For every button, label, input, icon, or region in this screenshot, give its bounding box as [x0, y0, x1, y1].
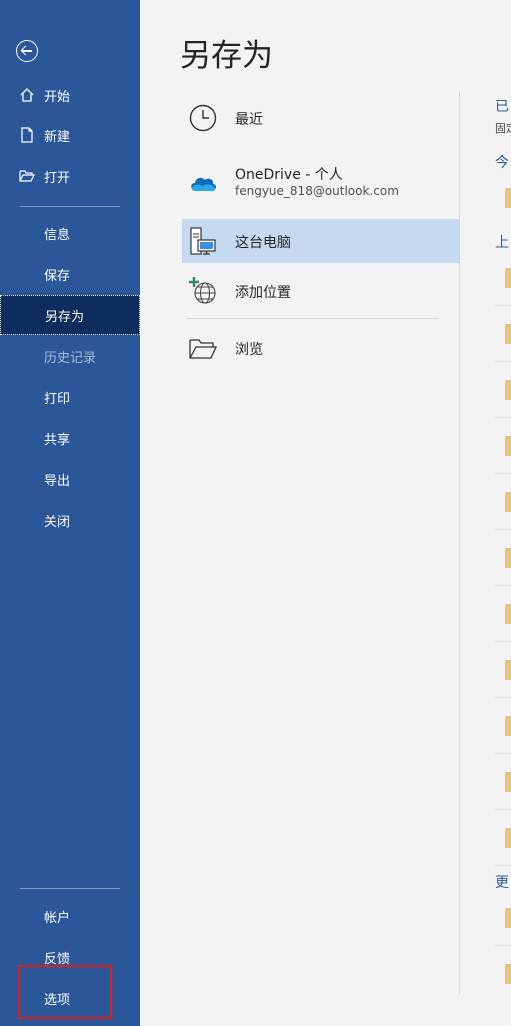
options-highlight-box — [18, 965, 112, 1019]
onedrive-cloud-icon — [191, 177, 216, 191]
row-divider — [495, 865, 511, 866]
location-browse[interactable]: 浏览 — [182, 326, 459, 370]
nav-share[interactable]: 共享 — [0, 418, 140, 458]
row-divider — [495, 753, 511, 754]
group-last-week: 上 — [495, 235, 509, 251]
add-location-globe-icon — [189, 277, 216, 304]
nav-separator-bottom — [20, 888, 120, 889]
row-divider — [495, 945, 511, 946]
nav-export[interactable]: 导出 — [0, 459, 140, 499]
row-divider — [495, 529, 511, 530]
page-title: 另存为 — [180, 38, 273, 74]
backstage-nav: 开始 新建 打开 信息 保存 另存为 历史记录 打印 共享 导出 关闭 帐户 反… — [0, 0, 140, 1026]
location-recent[interactable]: 最近 — [182, 96, 459, 140]
location-onedrive[interactable]: OneDrive - 个人 fengyue_818@outlook.com — [182, 160, 459, 204]
nav-history-label: 历史记录 — [44, 350, 97, 366]
location-add-place-label: 添加位置 — [235, 285, 291, 301]
location-onedrive-label: OneDrive - 个人 — [235, 167, 343, 183]
pinned-subheading: 固定 — [495, 122, 511, 135]
nav-close[interactable]: 关闭 — [0, 500, 140, 540]
nav-account[interactable]: 帐户 — [0, 896, 140, 936]
nav-info[interactable]: 信息 — [0, 213, 140, 253]
open-folder-icon — [19, 170, 35, 182]
nav-open[interactable]: 打开 — [0, 156, 140, 196]
row-divider — [495, 585, 511, 586]
folder-item[interactable] — [505, 964, 511, 984]
nav-separator — [20, 206, 120, 207]
folder-item[interactable] — [505, 772, 511, 792]
locations-divider — [186, 318, 439, 319]
folder-item[interactable] — [505, 828, 511, 848]
folder-item[interactable] — [505, 268, 511, 288]
column-divider — [459, 92, 460, 994]
folder-item[interactable] — [505, 660, 511, 680]
row-divider — [495, 417, 511, 418]
home-icon — [20, 88, 34, 102]
folder-item[interactable] — [505, 604, 511, 624]
location-browse-label: 浏览 — [235, 342, 263, 358]
new-document-icon — [21, 127, 33, 143]
folder-item[interactable] — [505, 548, 511, 568]
pinned-heading: 已 — [495, 99, 509, 115]
folder-item[interactable] — [505, 908, 511, 928]
nav-home[interactable]: 开始 — [0, 75, 140, 115]
group-today: 今 — [495, 155, 509, 171]
nav-save-as[interactable]: 另存为 — [0, 295, 140, 335]
nav-save-label: 保存 — [44, 268, 71, 284]
nav-close-label: 关闭 — [44, 514, 71, 530]
back-arrow-icon[interactable] — [16, 40, 38, 62]
nav-print-label: 打印 — [44, 391, 71, 407]
nav-feedback-label: 反馈 — [44, 951, 71, 967]
browse-folder-icon — [189, 339, 218, 359]
row-divider — [495, 697, 511, 698]
folder-item[interactable] — [505, 380, 511, 400]
nav-history: 历史记录 — [0, 336, 140, 376]
nav-export-label: 导出 — [44, 473, 71, 489]
nav-print[interactable]: 打印 — [0, 377, 140, 417]
folder-item[interactable] — [505, 188, 511, 208]
location-onedrive-account: fengyue_818@outlook.com — [235, 184, 399, 198]
row-divider — [495, 305, 511, 306]
this-pc-icon — [190, 227, 216, 255]
nav-save-as-label: 另存为 — [45, 309, 85, 325]
location-this-pc[interactable]: 这台电脑 — [182, 219, 459, 263]
nav-save[interactable]: 保存 — [0, 254, 140, 294]
nav-open-label: 打开 — [44, 170, 71, 186]
nav-share-label: 共享 — [44, 432, 71, 448]
folder-item[interactable] — [505, 716, 511, 736]
location-add-place[interactable]: 添加位置 — [182, 269, 459, 313]
row-divider — [495, 641, 511, 642]
folder-item[interactable] — [505, 436, 511, 456]
group-older: 更 — [495, 875, 509, 891]
nav-new-label: 新建 — [44, 129, 71, 145]
nav-home-label: 开始 — [44, 89, 71, 105]
nav-account-label: 帐户 — [44, 910, 71, 926]
folder-item[interactable] — [505, 492, 511, 512]
folder-item[interactable] — [505, 324, 511, 344]
nav-info-label: 信息 — [44, 227, 71, 243]
row-divider — [495, 809, 511, 810]
clock-icon — [189, 104, 217, 132]
location-recent-label: 最近 — [235, 112, 263, 128]
row-divider — [495, 361, 511, 362]
location-this-pc-label: 这台电脑 — [235, 235, 291, 251]
row-divider — [495, 473, 511, 474]
nav-new[interactable]: 新建 — [0, 115, 140, 155]
